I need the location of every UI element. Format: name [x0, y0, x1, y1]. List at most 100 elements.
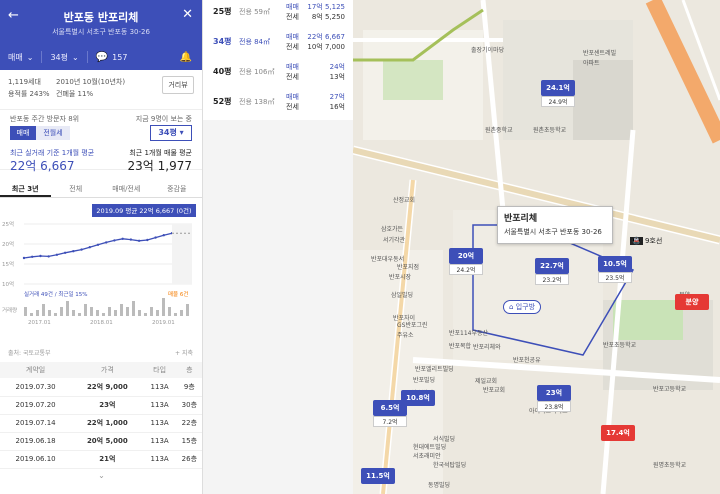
tab-recent-3y[interactable]: 최근 3년	[0, 180, 51, 197]
subway-station[interactable]: 🚇 9호선	[630, 236, 662, 246]
close-icon[interactable]: ✕	[182, 7, 193, 22]
price-chart-svg: 2019.09 평균 22억 6,667 (0건) 25억 20억 15억 10억실거래…	[2, 204, 196, 326]
data-point	[63, 251, 67, 254]
marker-price: 10.8억	[401, 390, 435, 406]
area-row[interactable]: 52평 전용 138㎡ 매매 전세 27억 16억	[203, 90, 353, 120]
data-point	[55, 253, 59, 256]
volume-bar	[102, 313, 105, 316]
cell-type: 113A	[143, 396, 176, 415]
map-label: 원촌초등학교	[533, 127, 567, 134]
marker-sub: 23.8억	[537, 401, 571, 412]
area-v1: 17억 5,125	[307, 3, 345, 11]
listing-avg-value: 23억 1,977	[127, 159, 192, 173]
area-filter-select[interactable]: 34평 ⌄	[50, 52, 78, 63]
sort-toggle[interactable]: + 지축	[175, 348, 193, 357]
col-date: 계약일	[0, 362, 72, 378]
transaction-table: 출처: 국토교통부 + 지축 계약일 가격 타입 층 2019.07.30 22억…	[0, 350, 202, 480]
area-row[interactable]: 34평 전용 84㎡ 매매 전세 22억 6,667 10억 7,000	[203, 30, 353, 60]
cell-floor: 26층	[175, 450, 202, 469]
map-view[interactable]: 출장기이마당 반포센트레빌 아파트 원촌중학교 원촌초등학교 산정교회 반포시장 삼호가든 서기…	[353, 0, 720, 494]
table-row: 2019.06.10 21억 113A 26층	[0, 450, 202, 469]
marker-price: 11.5억	[361, 468, 395, 484]
map-label: 산정교회	[393, 197, 416, 204]
price-marker[interactable]: 분양	[675, 294, 709, 310]
marker-sub: 7.2억	[373, 416, 407, 427]
volume-bar	[24, 307, 27, 316]
area-k2: 전세	[286, 43, 299, 51]
area-v1: 24억	[329, 63, 345, 71]
volume-bar	[144, 313, 147, 316]
panel-gap	[203, 120, 353, 494]
price-marker[interactable]: 17.4억	[601, 425, 635, 441]
price-marker[interactable]: 20억 24.2억	[449, 248, 483, 275]
col-type: 타입	[143, 362, 176, 378]
chart-tooltip: 2019.09 평균 22억 6,667 (0건)	[96, 206, 191, 215]
tab-all[interactable]: 전체	[51, 180, 102, 197]
volume-bar	[126, 307, 129, 316]
address: 서울특별시 서초구 반포동 30-26	[52, 28, 150, 36]
marker-price: 24.1억	[541, 80, 575, 96]
price-marker[interactable]: 24.1억 24.9억	[541, 80, 575, 107]
comments-button[interactable]: 💬 157	[96, 52, 128, 63]
map-label: 반포리체와	[473, 344, 501, 351]
col-price: 가격	[71, 362, 144, 378]
volume-bar	[156, 310, 159, 316]
area-k2: 전세	[286, 73, 299, 81]
area-k1: 매매	[286, 33, 299, 41]
visitor-rank: 반포동 주간 방문자 8위	[10, 115, 80, 123]
map-label: 반포복합	[449, 343, 472, 350]
area-select[interactable]: 34평 ▾	[150, 125, 192, 141]
train-icon: 🚇	[630, 237, 643, 245]
volume-bar	[162, 298, 165, 316]
entrance-tag[interactable]: ⌂ 입구방	[503, 300, 542, 314]
x-tick-label: 2018.01	[90, 320, 113, 326]
expand-icon[interactable]: ⌄	[0, 471, 202, 480]
comment-icon: 💬	[95, 51, 109, 63]
cell-floor: 15층	[175, 432, 202, 451]
data-point	[105, 241, 108, 244]
area-row[interactable]: 40평 전용 106㎡ 매매 전세 24억 13억	[203, 60, 353, 90]
volume-bar	[186, 304, 189, 316]
data-point	[162, 234, 165, 237]
volume-bar	[120, 304, 123, 316]
tab-change-rate[interactable]: 중감율	[152, 180, 203, 197]
built-date: 2010년 10월(10년차)	[56, 78, 126, 86]
price-marker[interactable]: 11.5억	[361, 468, 395, 484]
cell-date: 2019.07.30	[0, 378, 72, 397]
cell-price: 22억 9,000	[71, 378, 144, 397]
floor-area-ratio: 용적률 243%	[8, 90, 50, 98]
cell-price: 20억 5,000	[71, 432, 144, 451]
map-label: 반포시장	[389, 274, 412, 281]
cell-floor: 30층	[175, 396, 202, 415]
data-point	[96, 243, 100, 246]
tab-sale-rent[interactable]: 매매/전세	[101, 180, 152, 197]
complex-popup[interactable]: 반포리체 서울특별시 서초구 반포동 30-26	[497, 206, 613, 244]
area-ex: 전용 138㎡	[239, 98, 275, 106]
tab-rent[interactable]: 전월세	[36, 126, 70, 140]
cell-price: 21억	[71, 450, 144, 469]
data-point	[31, 255, 34, 258]
bell-icon[interactable]: 🔔	[180, 52, 192, 63]
volume-bar	[108, 307, 111, 316]
coverage-ratio: 건폐율 11%	[56, 90, 94, 98]
panel-header: ← 반포동 반포리체 ✕ 서울특별시 서초구 반포동 30-26 매매 ⌄ 34평…	[0, 0, 202, 70]
data-point	[113, 239, 116, 242]
area-py: 52평	[213, 97, 232, 106]
price-marker[interactable]: 23억 23.8억	[537, 385, 571, 412]
col-floor: 층	[175, 362, 202, 378]
price-marker[interactable]: 10.5억 23.5억	[598, 256, 632, 283]
price-marker[interactable]: 10.8억	[401, 390, 435, 406]
area-ex: 전용 59㎡	[239, 8, 271, 16]
deal-type-select[interactable]: 매매 ⌄	[8, 52, 33, 63]
tab-sale[interactable]: 매매	[10, 126, 36, 140]
map-pin-icon: ⌂	[509, 303, 514, 311]
street-view-button[interactable]: 거리뷰	[162, 76, 194, 94]
area-row[interactable]: 25평 전용 59㎡ 매매 전세 17억 5,125 8억 5,250	[203, 0, 353, 30]
price-marker[interactable]: 22.7억 23.2억	[535, 258, 569, 285]
area-k1: 매매	[286, 63, 299, 71]
volume-bar	[72, 310, 75, 316]
page-title: 반포동 반포리체	[63, 11, 139, 24]
marker-price: 17.4억	[601, 425, 635, 441]
legend-listing: 매물 6건	[168, 290, 188, 298]
map-svg	[353, 0, 720, 494]
